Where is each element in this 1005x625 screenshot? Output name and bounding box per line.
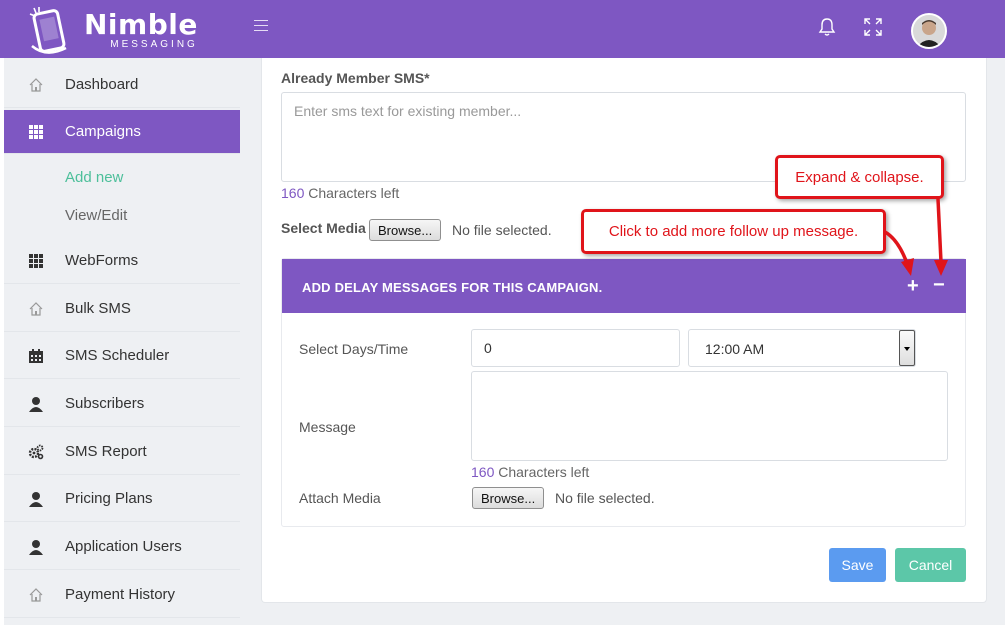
user-icon <box>29 397 43 412</box>
sidebar-item-webforms[interactable]: WebForms <box>4 238 240 284</box>
sidebar-item-label: SMS Report <box>65 443 147 460</box>
user-avatar[interactable] <box>911 13 947 49</box>
char-count: 160 <box>281 185 305 201</box>
home-icon <box>29 78 43 92</box>
gears-icon <box>28 444 44 460</box>
sidebar-item-label: Add new <box>65 168 124 186</box>
browse-media-button[interactable]: Browse... <box>369 219 442 241</box>
message-label: Message <box>299 419 356 435</box>
attach-file-status: No file selected. <box>555 490 655 506</box>
sidebar-item-label: Campaigns <box>65 123 141 140</box>
sidebar-item-bulk-sms[interactable]: Bulk SMS <box>4 286 240 332</box>
grid-icon <box>29 125 43 139</box>
home-icon <box>29 302 43 316</box>
sidebar-item-label: Application Users <box>65 538 182 555</box>
sidebar-item-label: Pricing Plans <box>65 490 153 507</box>
sidebar-item-label: Payment History <box>65 586 176 603</box>
sidebar-item-label: WebForms <box>65 252 139 269</box>
brand-name: Nimble <box>84 7 198 41</box>
user-icon <box>29 492 43 507</box>
select-media-label: Select Media <box>281 220 366 236</box>
brand-logo[interactable]: Nimble MESSAGING <box>28 5 198 55</box>
sidebar-item-label: Dashboard <box>65 76 139 93</box>
callout-add-more: Click to add more follow up message. <box>581 209 886 254</box>
sidebar-subitem-add-new[interactable]: Add new <box>4 158 240 196</box>
attach-browse-button[interactable]: Browse... <box>472 487 545 509</box>
delay-char-counter: 160 Characters left <box>471 464 589 480</box>
sidebar-item-label: Bulk SMS <box>65 300 131 317</box>
member-sms-label: Already Member SMS* <box>281 70 430 86</box>
sidebar-item-sms-scheduler[interactable]: SMS Scheduler <box>4 333 240 379</box>
home-icon <box>29 588 43 602</box>
time-select-value: 12:00 AM <box>705 341 765 357</box>
sidebar-item-pricing-plans[interactable]: Pricing Plans <box>4 476 240 522</box>
char-count-text: Characters left <box>494 464 590 480</box>
calendar-icon <box>29 349 43 363</box>
time-select[interactable]: 12:00 AM <box>688 329 916 367</box>
file-status: No file selected. <box>452 222 552 238</box>
sidebar-item-dashboard[interactable]: Dashboard <box>4 62 240 108</box>
sidebar-item-payment-history[interactable]: Payment History <box>4 572 240 618</box>
top-header: Nimble MESSAGING <box>0 0 1005 58</box>
bell-icon[interactable] <box>817 17 837 37</box>
days-input[interactable] <box>471 329 680 367</box>
callout-expand-collapse: Expand & collapse. <box>775 155 944 199</box>
sidebar-item-label: Subscribers <box>65 395 145 412</box>
sidebar-item-sms-report[interactable]: SMS Report <box>4 429 240 475</box>
days-time-label: Select Days/Time <box>299 341 409 357</box>
add-message-button[interactable]: + <box>907 276 919 296</box>
phone-logo-icon <box>29 7 67 54</box>
cancel-button[interactable]: Cancel <box>895 548 966 582</box>
expand-icon[interactable] <box>863 17 883 37</box>
member-sms-char-counter: 160 Characters left <box>281 185 399 201</box>
brand-text: Nimble MESSAGING <box>84 7 198 50</box>
sidebar-item-label: View/Edit <box>65 206 128 224</box>
sidebar-item-label: SMS Scheduler <box>65 347 170 364</box>
grid-icon <box>29 254 43 268</box>
delay-message-textarea[interactable] <box>471 371 948 461</box>
char-count: 160 <box>471 464 495 480</box>
avatar-face-icon <box>913 15 945 47</box>
brand-subtitle: MESSAGING <box>110 38 198 50</box>
delay-panel-title: ADD DELAY MESSAGES FOR THIS CAMPAIGN. <box>302 280 603 295</box>
sidebar-subitem-view-edit[interactable]: View/Edit <box>4 196 240 234</box>
hamburger-icon[interactable] <box>254 20 268 34</box>
delay-panel-header: ADD DELAY MESSAGES FOR THIS CAMPAIGN. + … <box>282 259 966 313</box>
chevron-down-icon[interactable] <box>899 330 915 366</box>
char-count-text: Characters left <box>304 185 400 201</box>
save-button[interactable]: Save <box>829 548 886 582</box>
sidebar-item-campaigns[interactable]: Campaigns <box>4 110 240 154</box>
sidebar-item-application-users[interactable]: Application Users <box>4 524 240 570</box>
user-icon <box>29 540 43 555</box>
attach-media-label: Attach Media <box>299 490 381 506</box>
sidebar-item-subscribers[interactable]: Subscribers <box>4 381 240 427</box>
collapse-button[interactable]: − <box>933 275 945 295</box>
